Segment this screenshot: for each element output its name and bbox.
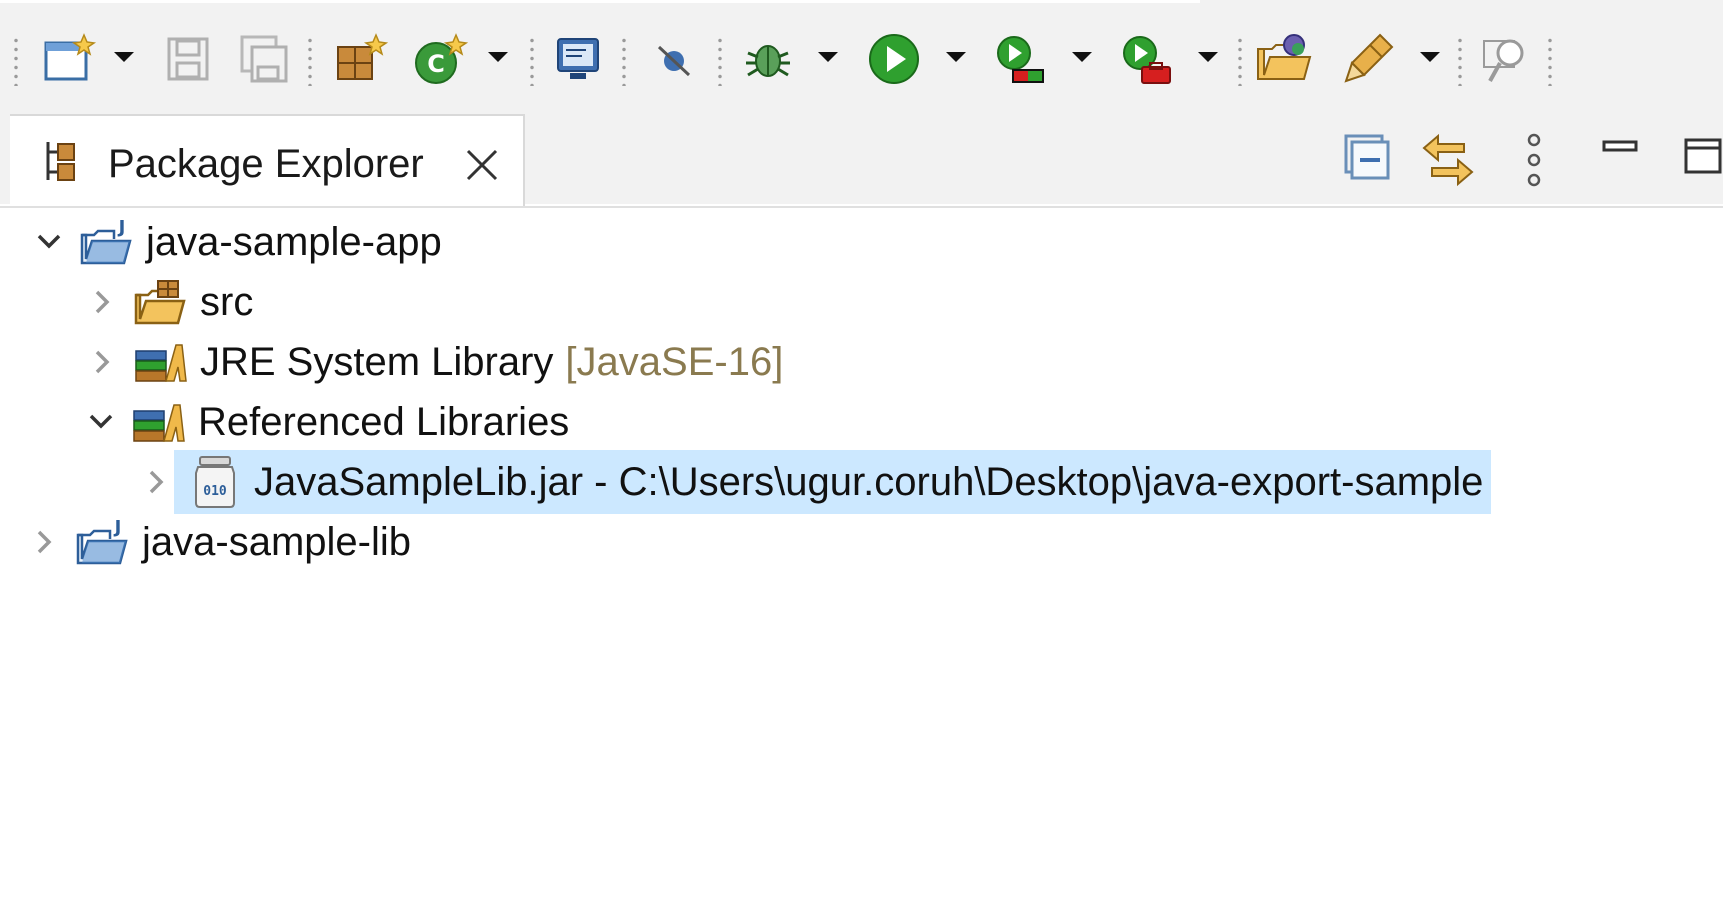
- open-task-icon[interactable]: [1338, 28, 1398, 90]
- tree-item-decoration: [JavaSE-16]: [565, 339, 784, 384]
- skip-breakpoints-icon[interactable]: [644, 28, 704, 90]
- toolbar-separator: [718, 36, 722, 86]
- new-class-dropdown-icon[interactable]: [488, 52, 508, 62]
- tree-item-label: JavaSampleLib.jar - C:\Users\ugur.coruh\…: [254, 459, 1484, 504]
- tree-item-label: src: [200, 279, 254, 324]
- chevron-right-icon[interactable]: [30, 527, 60, 557]
- external-tools-icon[interactable]: [1116, 28, 1176, 90]
- save-icon[interactable]: [158, 28, 218, 90]
- maximize-icon[interactable]: [1682, 132, 1722, 181]
- new-wizard-dropdown-icon[interactable]: [114, 52, 134, 62]
- run-dropdown-icon[interactable]: [946, 52, 966, 62]
- run-icon[interactable]: [864, 28, 924, 90]
- tree-item-label: Referenced Libraries: [198, 399, 570, 444]
- tree-item-label: JRE System Library: [200, 339, 554, 384]
- tree-item-referenced-libraries[interactable]: Referenced Libraries: [84, 390, 569, 454]
- package-explorer-icon: [40, 138, 80, 189]
- toolbar-separator: [308, 36, 312, 86]
- minimize-icon[interactable]: [1600, 132, 1640, 177]
- jar-icon: 010: [186, 454, 244, 510]
- selection-highlight: 010 JavaSampleLib.jar - C:\Users\ugur.co…: [174, 450, 1492, 514]
- new-java-class-icon[interactable]: C: [410, 28, 470, 90]
- source-folder-icon: [132, 274, 190, 330]
- save-all-icon[interactable]: [236, 28, 296, 90]
- chevron-down-icon[interactable]: [86, 407, 116, 437]
- chevron-down-icon[interactable]: [34, 227, 64, 257]
- main-toolbar: C: [0, 0, 1723, 112]
- debug-icon[interactable]: [738, 28, 798, 90]
- chevron-right-icon[interactable]: [88, 347, 118, 377]
- java-project-icon: J: [78, 214, 136, 270]
- toolbar-separator: [1458, 36, 1462, 86]
- open-type-icon[interactable]: [1254, 28, 1314, 90]
- open-console-icon[interactable]: [548, 28, 608, 90]
- view-menu-icon[interactable]: [1522, 132, 1546, 193]
- debug-dropdown-icon[interactable]: [818, 52, 838, 62]
- library-icon: [132, 334, 190, 390]
- chevron-right-icon[interactable]: [88, 287, 118, 317]
- coverage-icon[interactable]: [990, 28, 1050, 90]
- tree-item-label: java-sample-app: [146, 219, 442, 264]
- coverage-dropdown-icon[interactable]: [1072, 52, 1092, 62]
- toolbar-separator: [1238, 36, 1242, 86]
- tree-item-src[interactable]: src: [88, 270, 253, 334]
- new-java-package-icon[interactable]: [330, 28, 390, 90]
- close-icon[interactable]: [465, 148, 499, 187]
- toolbar-separator: [14, 36, 18, 86]
- tree-item-jre-system-library[interactable]: JRE System Library [JavaSE-16]: [88, 330, 783, 394]
- collapse-all-icon[interactable]: [1342, 132, 1394, 189]
- svg-text:C: C: [427, 50, 445, 78]
- svg-text:J: J: [113, 517, 122, 538]
- toolbar-separator: [1548, 36, 1552, 86]
- chevron-right-icon[interactable]: [142, 467, 172, 497]
- new-wizard-icon[interactable]: [40, 28, 100, 90]
- open-task-dropdown-icon[interactable]: [1420, 52, 1440, 62]
- tab-package-explorer[interactable]: Package Explorer: [10, 114, 525, 206]
- toolbar-separator: [530, 36, 534, 86]
- tree-item-java-sample-app[interactable]: J java-sample-app: [34, 210, 442, 274]
- svg-text:J: J: [117, 217, 126, 238]
- java-project-icon: J: [74, 514, 132, 570]
- link-with-editor-icon[interactable]: [1420, 132, 1476, 193]
- svg-text:010: 010: [203, 484, 227, 499]
- tree-item-javasamplelib-jar[interactable]: 010 JavaSampleLib.jar - C:\Users\ugur.co…: [142, 450, 1492, 514]
- tree-item-java-sample-lib[interactable]: J java-sample-lib: [30, 510, 411, 574]
- library-icon: [130, 394, 188, 450]
- tree-item-label: java-sample-lib: [142, 519, 411, 564]
- tab-title: Package Explorer: [108, 142, 424, 186]
- external-tools-dropdown-icon[interactable]: [1198, 52, 1218, 62]
- search-icon[interactable]: [1476, 28, 1536, 90]
- toolbar-separator: [622, 36, 626, 86]
